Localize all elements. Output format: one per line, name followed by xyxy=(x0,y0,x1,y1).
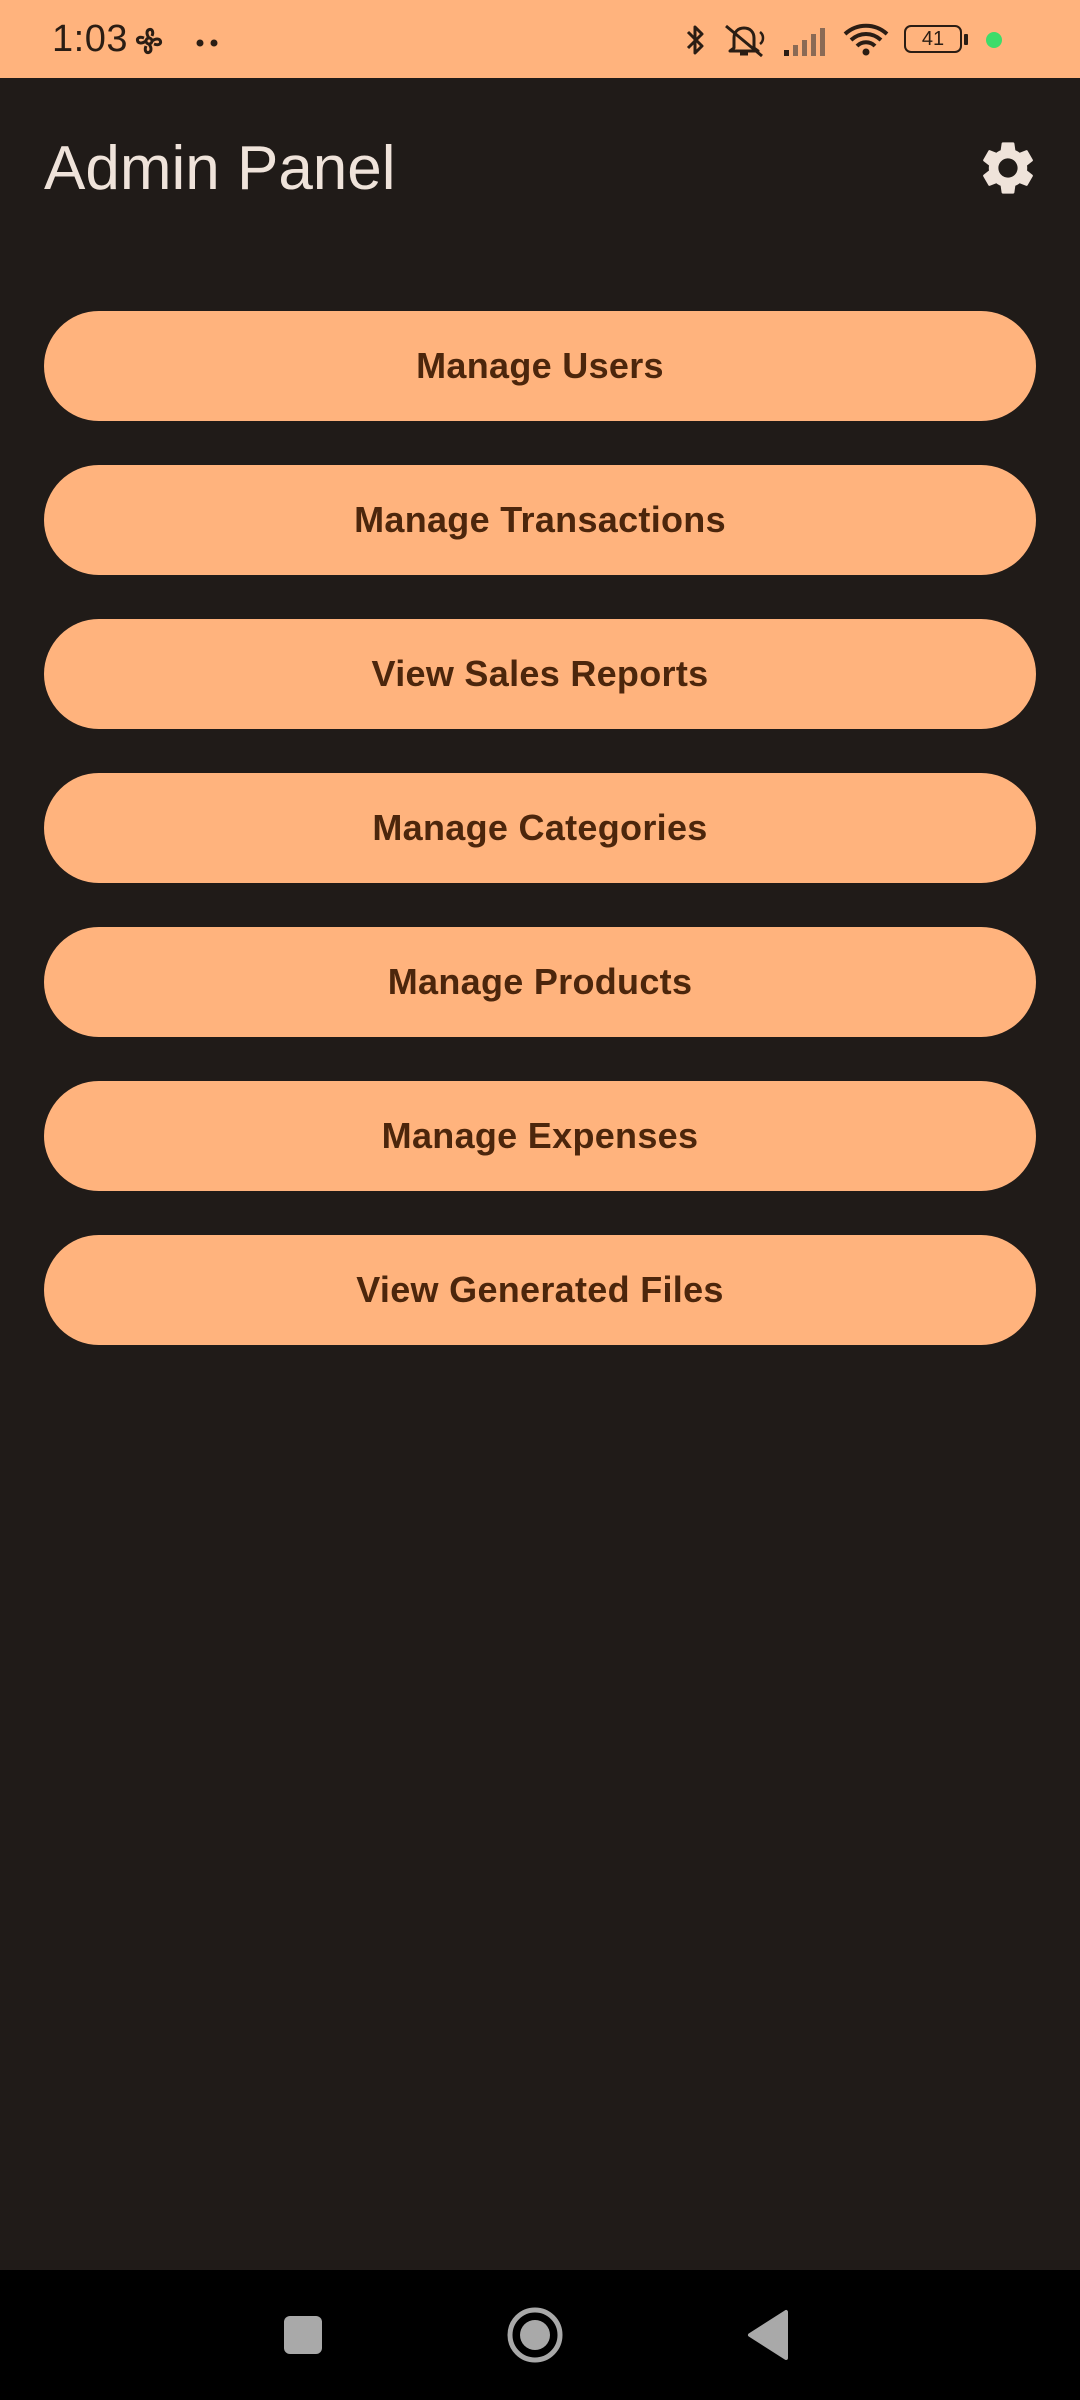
recents-button[interactable] xyxy=(266,2298,340,2372)
status-bar: 1:03 41 xyxy=(0,0,1080,78)
signal-icon xyxy=(784,28,825,56)
view-generated-files-button[interactable]: View Generated Files xyxy=(44,1235,1036,1345)
manage-transactions-button[interactable]: Manage Transactions xyxy=(44,465,1036,575)
dots-icon xyxy=(196,39,218,47)
screen: 1:03 41 Admin Panel Manage Users Manage … xyxy=(0,0,1080,2400)
battery-icon: 41 xyxy=(904,25,968,55)
bell-muted-icon xyxy=(725,24,765,58)
manage-categories-button[interactable]: Manage Categories xyxy=(44,773,1036,883)
navigation-bar xyxy=(0,2270,1080,2400)
manage-expenses-button[interactable]: Manage Expenses xyxy=(44,1081,1036,1191)
privacy-dot-icon xyxy=(986,32,1002,48)
view-sales-reports-button[interactable]: View Sales Reports xyxy=(44,619,1036,729)
manage-users-button[interactable]: Manage Users xyxy=(44,311,1036,421)
back-triangle-icon xyxy=(748,2310,788,2360)
back-button[interactable] xyxy=(732,2298,806,2372)
settings-button[interactable] xyxy=(976,136,1040,200)
admin-menu: Manage Users Manage Transactions View Sa… xyxy=(44,311,1036,1389)
wifi-icon xyxy=(843,23,889,56)
gear-icon xyxy=(983,142,1033,194)
recents-square-icon xyxy=(284,2316,322,2354)
bluetooth-icon xyxy=(686,25,704,55)
status-left-icons xyxy=(136,28,218,54)
battery-level: 41 xyxy=(921,28,945,50)
status-time: 1:03 xyxy=(52,18,128,60)
home-circle-icon xyxy=(507,2307,563,2363)
fan-icon xyxy=(136,28,162,54)
page-title: Admin Panel xyxy=(44,134,396,203)
status-right-icons: 41 xyxy=(682,22,1052,58)
home-button[interactable] xyxy=(498,2298,572,2372)
manage-products-button[interactable]: Manage Products xyxy=(44,927,1036,1037)
app-bar: Admin Panel xyxy=(0,78,1080,258)
